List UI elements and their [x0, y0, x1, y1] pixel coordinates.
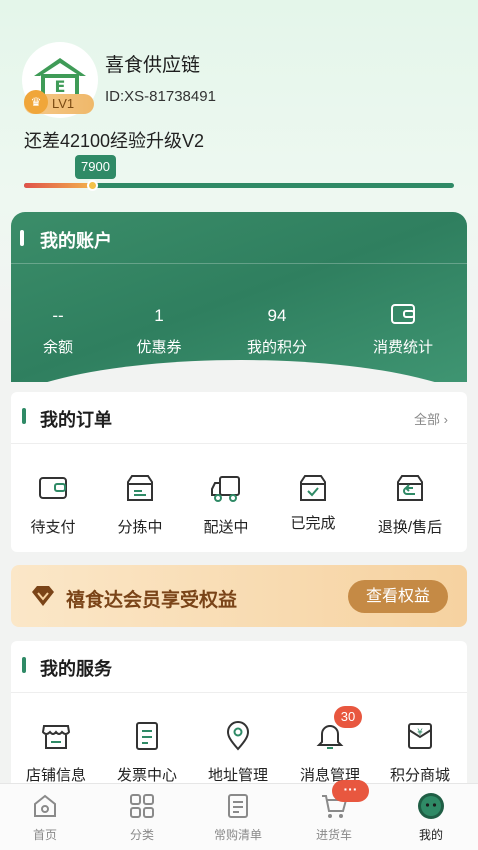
section-marker — [20, 230, 24, 246]
service-label: 地址管理 — [207, 767, 268, 784]
view-benefits-button[interactable]: 查看权益 — [348, 580, 448, 613]
list-icon — [224, 792, 252, 820]
coupon-label: 优惠券 — [136, 339, 182, 356]
order-pending-payment[interactable]: 待支付 — [10, 472, 96, 537]
category-icon — [128, 792, 156, 820]
order-status-label: 配送中 — [203, 519, 249, 536]
service-points-mall[interactable]: ¥ 积分商城 — [377, 720, 463, 785]
tab-cart[interactable]: 进货车 — [289, 792, 379, 843]
spending-stats-label: 消费统计 — [372, 339, 433, 356]
tab-label: 首页 — [32, 828, 57, 842]
home-icon — [31, 792, 59, 820]
section-marker — [22, 408, 26, 424]
shop-id: ID:XS-81738491 — [105, 88, 216, 105]
points-mall-icon: ¥ — [404, 720, 436, 752]
vip-text: 禧食达会员享受权益 — [66, 590, 238, 611]
order-returns[interactable]: 退换/售后 — [367, 472, 453, 537]
all-label: 全部 — [414, 412, 441, 427]
wallet-icon — [348, 300, 458, 330]
exp-progress-handle — [87, 180, 98, 191]
box-icon — [124, 472, 156, 504]
service-label: 店铺信息 — [25, 767, 86, 784]
coupon-value: 1 — [154, 306, 164, 325]
orders-title: 我的订单 — [40, 410, 112, 430]
order-status-label: 已完成 — [290, 515, 336, 532]
services-title: 我的服务 — [40, 659, 112, 679]
profile-section: E LV1 ♛ 喜食供应链 ID:XS-81738491 还差42100经验升级… — [0, 0, 478, 200]
tab-profile[interactable]: 我的 — [386, 792, 476, 843]
section-marker — [22, 657, 26, 673]
service-label: 发票中心 — [116, 767, 177, 784]
cart-badge: ··· — [332, 780, 369, 802]
message-count-badge: 30 — [334, 706, 362, 728]
order-completed[interactable]: 已完成 — [270, 472, 356, 533]
truck-icon — [210, 472, 242, 504]
box-check-icon — [297, 472, 329, 504]
order-status-label: 分拣中 — [117, 519, 163, 536]
service-address-management[interactable]: 地址管理 — [195, 720, 281, 785]
return-box-icon — [394, 472, 426, 504]
tab-category[interactable]: 分类 — [97, 792, 187, 843]
exp-value-tag: 7900 — [75, 155, 116, 179]
coupon-item[interactable]: 1 优惠券 — [104, 300, 214, 357]
service-store-info[interactable]: 店铺信息 — [13, 720, 99, 785]
profile-icon — [417, 792, 445, 820]
shop-name: 喜食供应链 — [105, 55, 201, 76]
tab-label: 我的 — [418, 828, 443, 842]
tab-frequent-list[interactable]: 常购清单 — [193, 792, 283, 843]
balance-item[interactable]: -- 余额 — [3, 300, 113, 357]
exp-remaining-text: 还差42100经验升级V2 — [24, 131, 205, 151]
exp-progress-fill — [24, 183, 93, 188]
account-title: 我的账户 — [40, 231, 112, 251]
service-invoice-center[interactable]: 发票中心 — [104, 720, 190, 785]
diamond-heart-icon — [30, 584, 56, 613]
tab-home[interactable]: 首页 — [0, 792, 90, 843]
store-icon — [40, 720, 72, 752]
wallet-icon — [37, 472, 69, 504]
order-sorting[interactable]: 分拣中 — [97, 472, 183, 537]
svg-text:¥: ¥ — [417, 728, 423, 738]
points-item[interactable]: 94 我的积分 — [222, 300, 332, 357]
chevron-right-icon: › — [443, 412, 448, 427]
service-label: 积分商城 — [389, 767, 450, 784]
bottom-tab-bar: 首页 分类 常购清单 进货车 我的 — [0, 783, 478, 850]
divider — [11, 692, 467, 693]
tab-label: 分类 — [129, 828, 154, 842]
service-message-management[interactable]: 消息管理 — [287, 720, 373, 785]
location-icon — [222, 720, 254, 752]
order-status-label: 待支付 — [30, 519, 76, 536]
divider — [11, 263, 467, 264]
crown-icon: ♛ — [24, 90, 48, 114]
balance-value: -- — [52, 306, 64, 325]
tab-label: 常购清单 — [213, 828, 262, 842]
orders-all-link[interactable]: 全部 › — [414, 409, 448, 428]
balance-label: 余额 — [42, 339, 73, 356]
divider — [11, 443, 467, 444]
exp-progress-bar — [24, 180, 454, 191]
order-status-label: 退换/售后 — [377, 519, 443, 536]
points-value: 94 — [267, 306, 287, 325]
tab-label: 进货车 — [315, 828, 352, 842]
invoice-icon — [131, 720, 163, 752]
points-label: 我的积分 — [246, 339, 307, 356]
order-delivering[interactable]: 配送中 — [183, 472, 269, 537]
spending-stats-item[interactable]: 消费统计 — [348, 300, 458, 357]
